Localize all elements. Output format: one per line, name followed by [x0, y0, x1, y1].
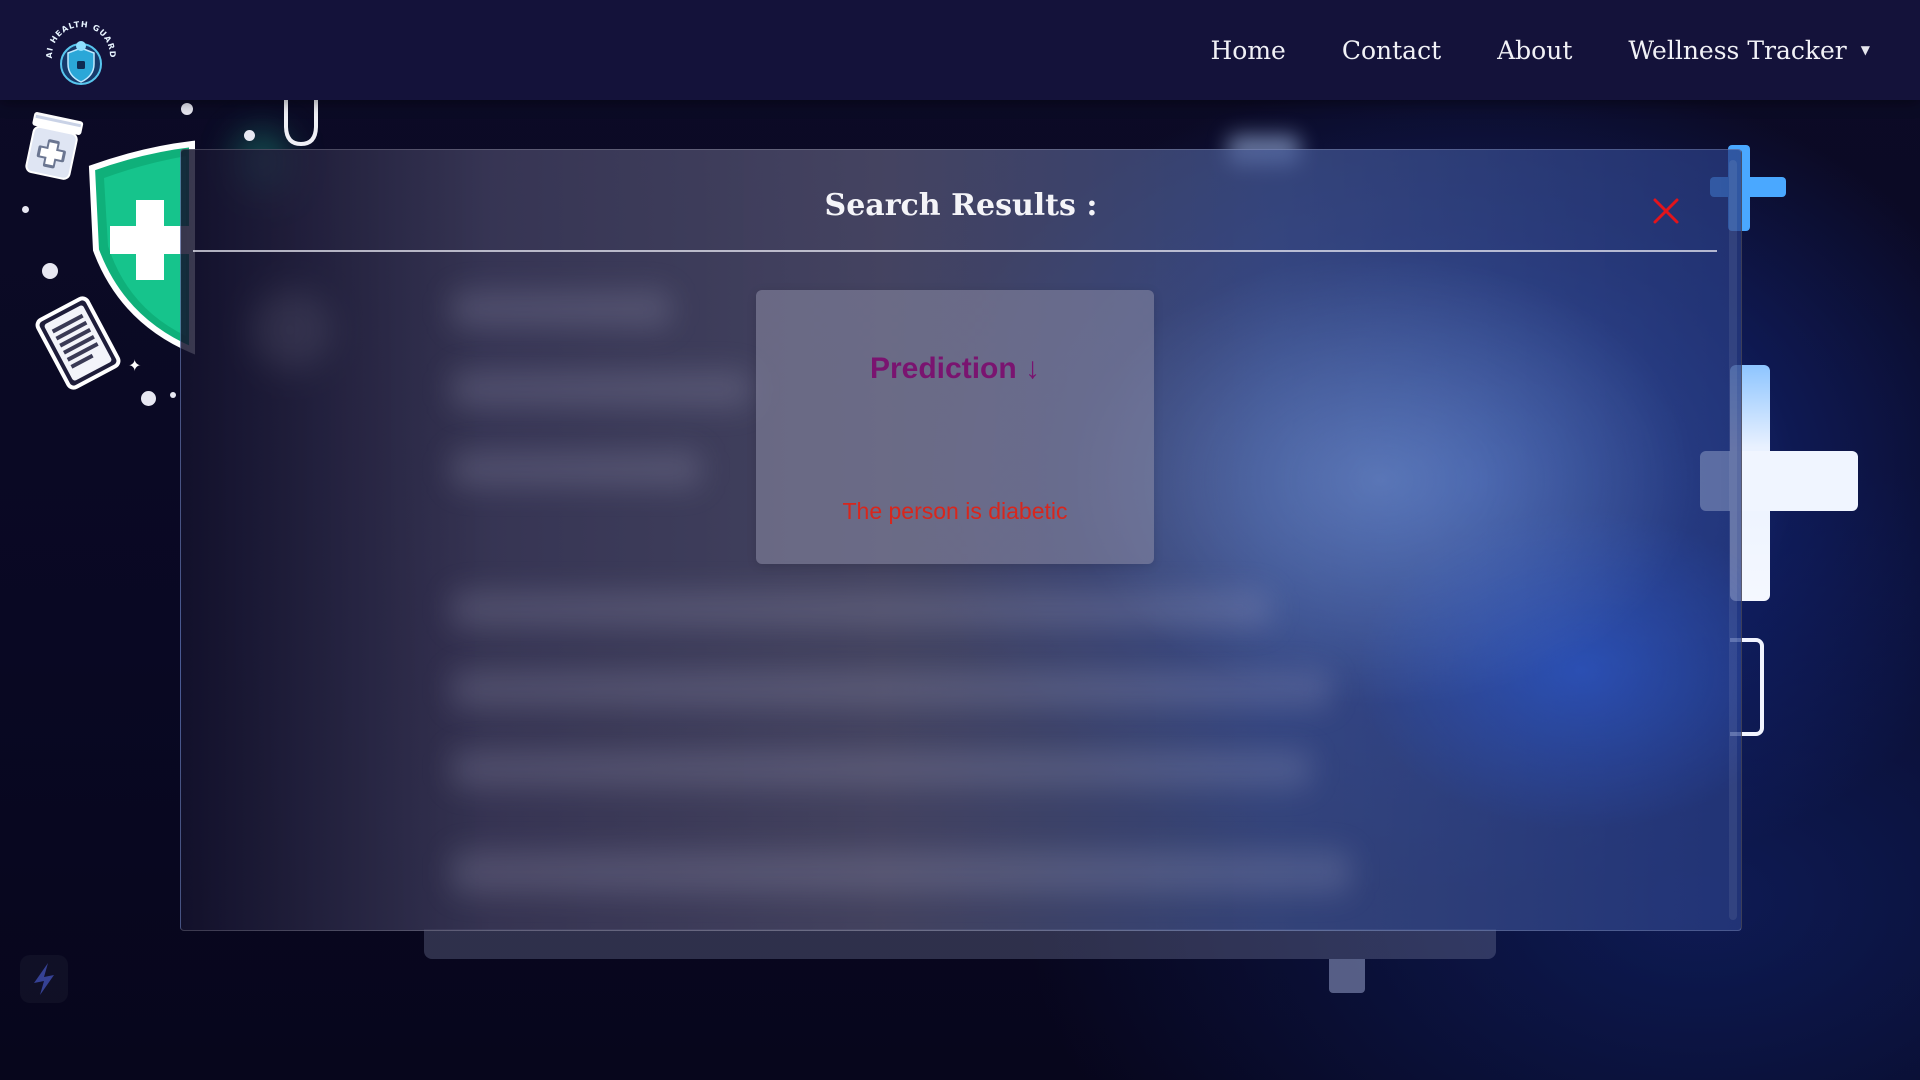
- background-panel-edge: [424, 929, 1496, 959]
- nav-about-label: About: [1497, 35, 1573, 65]
- nav-wellness-tracker-dropdown[interactable]: Wellness Tracker ▼: [1628, 36, 1870, 65]
- sparkle-icon: ✦: [128, 356, 142, 375]
- blurred-content: [451, 670, 1331, 708]
- stethoscope-icon: [284, 98, 318, 147]
- lightning-icon: [34, 963, 54, 995]
- nav-contact-label: Contact: [1341, 35, 1442, 65]
- decor-dot: [244, 130, 255, 141]
- page: AI HEALTH GUARD Home Contact About Welln…: [0, 0, 1920, 1080]
- close-icon[interactable]: [1649, 194, 1683, 228]
- prediction-card: Prediction ↓ The person is diabetic: [756, 290, 1154, 564]
- ai-health-guard-logo[interactable]: AI HEALTH GUARD: [42, 16, 120, 94]
- prediction-heading: Prediction ↓: [869, 352, 1041, 385]
- nav-wellness-tracker-label: Wellness Tracker: [1628, 35, 1847, 65]
- nav-home-link[interactable]: Home: [1210, 36, 1285, 65]
- blurred-content: [451, 290, 671, 328]
- decor-dot: [141, 391, 156, 406]
- blurred-content: [451, 850, 1351, 894]
- decor-dot: [170, 392, 176, 398]
- prediction-result: The person is diabetic: [842, 498, 1068, 524]
- decor-dot: [181, 103, 193, 115]
- search-results-modal: Search Results : Prediction ↓ The person…: [180, 149, 1742, 931]
- modal-divider: [193, 250, 1717, 252]
- blur-shape: [1329, 959, 1365, 993]
- navbar: AI HEALTH GUARD Home Contact About Welln…: [0, 0, 1920, 100]
- decor-dot: [22, 206, 29, 213]
- blurred-content: [451, 590, 1271, 628]
- blurred-content: [451, 370, 751, 408]
- nav-about-link[interactable]: About: [1497, 36, 1572, 65]
- blurred-content: [451, 450, 701, 488]
- lightning-widget[interactable]: [20, 955, 68, 1003]
- nav-links: Home Contact About Wellness Tracker ▼: [1210, 0, 1870, 100]
- decor-dot: [42, 263, 58, 279]
- pill-bottle-icon: [25, 112, 84, 180]
- modal-title: Search Results :: [824, 188, 1098, 223]
- modal-scrollbar[interactable]: [1729, 160, 1737, 920]
- blurred-content: [451, 750, 1311, 788]
- document-icon: [35, 296, 121, 390]
- nav-home-label: Home: [1210, 35, 1286, 65]
- caret-down-icon: ▼: [1860, 43, 1870, 57]
- nav-contact-link[interactable]: Contact: [1342, 36, 1441, 65]
